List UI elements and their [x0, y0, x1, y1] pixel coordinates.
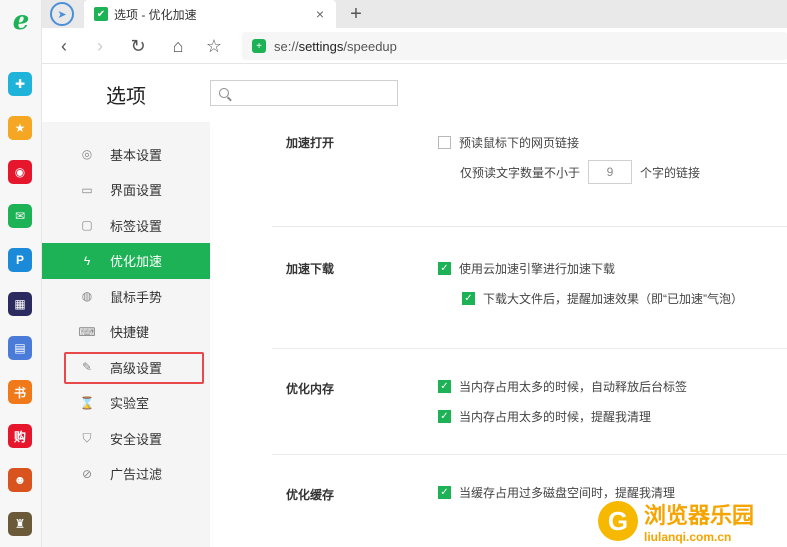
- option-memory-remind[interactable]: ✓ 当内存占用太多的时候，提醒我清理: [438, 408, 651, 425]
- search-icon: [219, 88, 229, 98]
- watermark-domain: liulanqi.com.cn: [644, 530, 732, 544]
- watermark-logo-icon: G: [598, 501, 638, 541]
- sidebar-item-6[interactable]: ⌨ 快捷键: [42, 314, 210, 350]
- section-label-download: 加速下载: [286, 262, 335, 276]
- reload-icon[interactable]: ↻: [126, 34, 150, 58]
- threshold-input[interactable]: 9: [588, 160, 633, 184]
- news-app-icon[interactable]: ▦: [8, 292, 32, 316]
- sidebar-item-2[interactable]: ▭ 界面设置: [42, 172, 210, 208]
- sidebar-item-label: 快捷键: [110, 325, 150, 340]
- divider: [272, 226, 787, 227]
- sidebar-item-label: 实验室: [110, 396, 150, 411]
- sidebar-item-icon: ◎: [81, 147, 93, 161]
- sidebar-item-icon: ⌨: [78, 324, 96, 339]
- compass-icon[interactable]: ➤: [50, 2, 74, 26]
- star-app-icon[interactable]: ★: [8, 116, 32, 140]
- tab-strip: ➤ ✔ 选项 - 优化加速 × +: [42, 0, 787, 28]
- checkbox-checked-icon[interactable]: ✓: [462, 292, 475, 305]
- shop-app-icon[interactable]: 购: [8, 424, 32, 448]
- option-label: 下载大文件后，提醒加速效果（即“已加速”气泡）: [483, 292, 743, 306]
- divider: [272, 454, 787, 455]
- settings-favicon-icon: ✔: [94, 7, 108, 21]
- option-preread-threshold: 仅预读文字数量不小于 9 个字的链接: [460, 160, 700, 184]
- watermark-text: 浏览器乐园: [644, 503, 755, 529]
- threshold-suffix: 个字的链接: [640, 165, 701, 180]
- sidebar-item-8[interactable]: ⌛ 实验室: [42, 385, 210, 421]
- sidebar-item-1[interactable]: ◎ 基本设置: [42, 136, 210, 172]
- forward-icon[interactable]: ›: [88, 34, 112, 58]
- sidebar-item-label: 优化加速: [110, 254, 163, 269]
- new-tab-button[interactable]: +: [344, 2, 368, 26]
- toolbar: ‹ › ↻ ⌂ ☆ + se://settings/speedup: [42, 28, 787, 64]
- sidebar-item-label: 标签设置: [110, 218, 163, 234]
- weibo-app-icon[interactable]: ◉: [8, 160, 32, 184]
- option-label: 当内存占用太多的时候，提醒我清理: [459, 410, 652, 424]
- sidebar-item-3[interactable]: ▢ 标签设置: [42, 207, 210, 243]
- back-icon[interactable]: ‹: [52, 34, 76, 58]
- sidebar-item-icon: ⛉: [82, 430, 92, 445]
- sidebar-item-icon: ▭: [81, 182, 93, 197]
- sidebar-item-icon: ⌛: [79, 395, 95, 410]
- divider: [272, 348, 787, 349]
- checkbox-checked-icon[interactable]: ✓: [438, 410, 451, 423]
- sidebar-item-label: 广告过滤: [110, 467, 163, 482]
- option-download-remind[interactable]: ✓ 下载大文件后，提醒加速效果（即“已加速”气泡）: [462, 290, 743, 307]
- sidebar-item-label: 界面设置: [110, 183, 163, 198]
- sidebar-item-9[interactable]: ⛉ 安全设置: [42, 420, 210, 456]
- game-app-icon[interactable]: ☻: [8, 468, 32, 492]
- option-label: 预读鼠标下的网页链接: [459, 136, 580, 150]
- option-preread-links[interactable]: 预读鼠标下的网页链接: [438, 134, 579, 151]
- doc-app-icon[interactable]: ▤: [8, 336, 32, 360]
- settings-content: 加速打开 预读鼠标下的网页链接 仅预读文字数量不小于 9 个字的链接 加速下载 …: [210, 122, 787, 547]
- sidebar-item-label: 鼠标手势: [110, 289, 163, 305]
- app-rail: e ✚ ★ ◉ ✉ P ▦ ▤ 书购 ☻ ♜: [0, 0, 42, 547]
- highlight-box: [64, 352, 204, 384]
- plus-app-icon[interactable]: ✚: [8, 72, 32, 96]
- option-label: 使用云加速引擎进行加速下载: [459, 262, 616, 276]
- checkbox-preread[interactable]: [438, 136, 451, 149]
- option-memory-release[interactable]: ✓ 当内存占用太多的时候，自动释放后台标签: [438, 378, 687, 395]
- sidebar-item-5[interactable]: ◍ 鼠标手势: [42, 278, 210, 314]
- novel-app-icon[interactable]: 书: [8, 380, 32, 404]
- tab-settings[interactable]: ✔ 选项 - 优化加速 ×: [84, 0, 336, 28]
- sidebar-item-label: 安全设置: [110, 431, 163, 447]
- checkbox-checked-icon[interactable]: ✓: [438, 486, 451, 499]
- mail-app-icon[interactable]: ✉: [8, 204, 32, 228]
- section-label-cache: 优化缓存: [286, 488, 335, 502]
- checkbox-checked-icon[interactable]: ✓: [438, 262, 451, 275]
- checkbox-checked-icon[interactable]: ✓: [438, 380, 451, 393]
- tab-title: 选项 - 优化加速: [114, 7, 197, 22]
- home-icon[interactable]: ⌂: [166, 34, 190, 58]
- section-label-open: 加速打开: [286, 136, 335, 150]
- option-cloud-download[interactable]: ✓ 使用云加速引擎进行加速下载: [438, 260, 615, 277]
- address-bar[interactable]: + se://settings/speedup: [242, 32, 787, 60]
- watermark: G 浏览器乐园 liulanqi.com.cn: [598, 498, 754, 544]
- bookmark-star-icon[interactable]: ☆: [202, 34, 226, 58]
- sidebar-item-label: 基本设置: [110, 147, 163, 163]
- settings-search-input[interactable]: [210, 80, 398, 106]
- sidebar-item-icon: ⊘: [81, 466, 93, 481]
- threshold-prefix: 仅预读文字数量不小于: [460, 165, 581, 180]
- sidebar-item-icon: ϟ: [83, 253, 91, 268]
- close-tab-icon[interactable]: ×: [310, 6, 330, 22]
- sidebar-item-icon: ▢: [81, 218, 93, 232]
- p-app-icon[interactable]: P: [8, 248, 32, 272]
- section-label-memory: 优化内存: [286, 382, 335, 396]
- url-text: se://settings/speedup: [274, 38, 397, 54]
- sidebar-item-icon: ◍: [81, 289, 93, 303]
- secure-shield-icon: +: [252, 39, 266, 53]
- sidebar-item-4[interactable]: ϟ 优化加速: [42, 242, 210, 279]
- browser-logo-icon[interactable]: e: [6, 6, 36, 36]
- sidebar-item-10[interactable]: ⊘ 广告过滤: [42, 456, 210, 492]
- settings-sidebar: ◎ 基本设置 ▭ 界面设置 ▢ 标签设置 ϟ 优化加速 ◍ 鼠标手势 ⌨ 快捷键 ✎ 高级设置 ⌛ 实验室 ⛉ 安…: [42, 122, 210, 547]
- page-title: 选项: [106, 86, 146, 108]
- option-label: 当内存占用太多的时候，自动释放后台标签: [459, 380, 688, 394]
- castle-app-icon[interactable]: ♜: [8, 512, 32, 536]
